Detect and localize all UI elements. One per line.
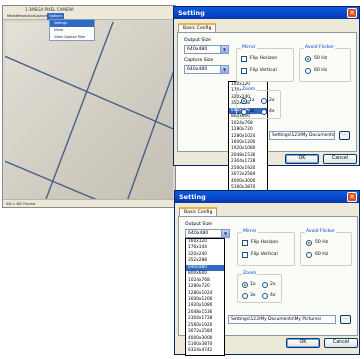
flip-horizon-checkbox[interactable] bbox=[242, 240, 248, 246]
flip-vertical-checkbox[interactable] bbox=[241, 68, 247, 74]
mirror-group: Mirror Flip Horizon Flip Vertical bbox=[237, 229, 295, 266]
avoid-flicker-group: Avoid Flicker 50 Hz 60 Hz bbox=[299, 45, 351, 82]
ok-button[interactable]: OK bbox=[285, 154, 319, 164]
output-size-select[interactable]: 640x480 ▼ bbox=[184, 45, 229, 54]
flip-vertical-label: Flip Vertical bbox=[251, 252, 278, 257]
zoom-4x-radio[interactable] bbox=[261, 109, 267, 115]
zoom-group: Zoom 1x 2x 3x 4x bbox=[237, 271, 282, 303]
save-path-field[interactable]: Settings\123\My Documents\My Pictures\ bbox=[228, 315, 336, 324]
chevron-down-icon[interactable]: ▼ bbox=[221, 230, 229, 237]
list-item[interactable]: 6324x4742 bbox=[186, 348, 224, 354]
flip-horizon-checkbox[interactable] bbox=[241, 56, 247, 62]
camera-status: 640 x 480 Preview bbox=[3, 199, 175, 207]
hz60-radio[interactable] bbox=[306, 252, 312, 258]
hz50-radio[interactable] bbox=[306, 240, 312, 246]
flip-horizon-label: Flip Horizon bbox=[251, 240, 279, 245]
output-size-select[interactable]: 640x480 ▼ bbox=[185, 229, 230, 238]
menu-item-video-capture-filter[interactable]: Video Capture Filter bbox=[50, 34, 94, 41]
zoom-1x-radio[interactable] bbox=[242, 282, 248, 288]
zoom-3x-label: 3x bbox=[249, 109, 255, 114]
hz50-radio[interactable] bbox=[305, 56, 311, 62]
hz60-label: 60 Hz bbox=[315, 252, 329, 257]
avoid-flicker-label: Avoid Flicker bbox=[304, 45, 335, 51]
close-icon[interactable]: ✕ bbox=[347, 8, 357, 18]
output-size-value: 640x480 bbox=[188, 231, 209, 236]
zoom-2x-label: 2x bbox=[269, 98, 275, 103]
flip-horizon-label: Flip Horizon bbox=[250, 56, 278, 61]
chevron-down-icon[interactable]: ▼ bbox=[220, 66, 228, 73]
hz60-label: 60 Hz bbox=[314, 68, 328, 73]
chevron-down-icon[interactable]: ▼ bbox=[220, 46, 228, 53]
zoom-4x-label: 4x bbox=[270, 293, 276, 298]
mirror-label: Mirror bbox=[242, 229, 258, 235]
mirror-group: Mirror Flip Horizon Flip Vertical bbox=[236, 45, 294, 82]
hz50-label: 50 Hz bbox=[315, 240, 329, 245]
browse-button[interactable]: ... bbox=[339, 131, 350, 140]
avoid-flicker-label: Avoid Flicker bbox=[305, 229, 336, 235]
zoom-4x-radio[interactable] bbox=[262, 293, 268, 299]
capture-size-select[interactable]: 640x480 ▼ bbox=[184, 65, 229, 74]
output-size-value: 640x480 bbox=[187, 47, 208, 52]
mirror-label: Mirror bbox=[241, 45, 257, 51]
menu-item-mirror[interactable]: Mirror bbox=[50, 27, 94, 34]
dialog-title: Setting bbox=[174, 7, 359, 19]
browse-button[interactable]: ... bbox=[340, 315, 351, 324]
cancel-button[interactable]: Cancel bbox=[324, 338, 358, 348]
zoom-2x-radio[interactable] bbox=[262, 282, 268, 288]
avoid-flicker-group: Avoid Flicker 50 Hz 60 Hz bbox=[300, 229, 352, 266]
preview-grid-image bbox=[5, 22, 173, 199]
output-size-label: Output Size bbox=[184, 38, 211, 43]
zoom-3x-label: 3x bbox=[250, 293, 256, 298]
output-size-label: Output Size bbox=[185, 222, 212, 227]
zoom-3x-radio[interactable] bbox=[242, 293, 248, 299]
zoom-3x-radio[interactable] bbox=[241, 109, 247, 115]
zoom-1x-label: 1x bbox=[249, 98, 255, 103]
zoom-label: Zoom bbox=[241, 87, 257, 93]
camera-window-title: 1.3MEGA PIXEL CAMERA bbox=[3, 6, 175, 13]
zoom-1x-label: 1x bbox=[250, 282, 256, 287]
zoom-label: Zoom bbox=[242, 271, 258, 277]
hz50-label: 50 Hz bbox=[314, 56, 328, 61]
flip-vertical-label: Flip Vertical bbox=[250, 68, 277, 73]
setting-dialog-capture: Setting ✕ Basic Config Output Size 640x4… bbox=[173, 6, 360, 200]
camera-preview bbox=[5, 22, 173, 199]
ok-button[interactable]: OK bbox=[286, 338, 320, 348]
dialog-title: Setting bbox=[175, 191, 359, 203]
capture-size-value: 640x480 bbox=[187, 67, 208, 72]
setting-dialog-output: Setting ✕ Basic Config Output Size 640x4… bbox=[174, 190, 360, 356]
capture-size-label: Capture Size bbox=[184, 58, 214, 63]
hz60-radio[interactable] bbox=[305, 68, 311, 74]
menu-item-settings[interactable]: Settings bbox=[50, 20, 94, 27]
close-icon[interactable]: ✕ bbox=[347, 192, 357, 202]
save-path-field[interactable]: Settings\123\My Documents\My Pictures\ bbox=[269, 131, 335, 140]
zoom-2x-label: 2x bbox=[270, 282, 276, 287]
cancel-button[interactable]: Cancel bbox=[323, 154, 357, 164]
flip-vertical-checkbox[interactable] bbox=[242, 252, 248, 258]
zoom-2x-radio[interactable] bbox=[261, 98, 267, 104]
zoom-4x-label: 4x bbox=[269, 109, 275, 114]
options-dropdown-menu: Settings Mirror Video Capture Filter bbox=[49, 19, 95, 41]
zoom-1x-radio[interactable] bbox=[241, 98, 247, 104]
zoom-group: Zoom 1x 2x 3x 4x bbox=[236, 87, 281, 119]
output-size-list[interactable]: 160x120 176x144 320x240 352x288 640x480 … bbox=[185, 238, 225, 356]
